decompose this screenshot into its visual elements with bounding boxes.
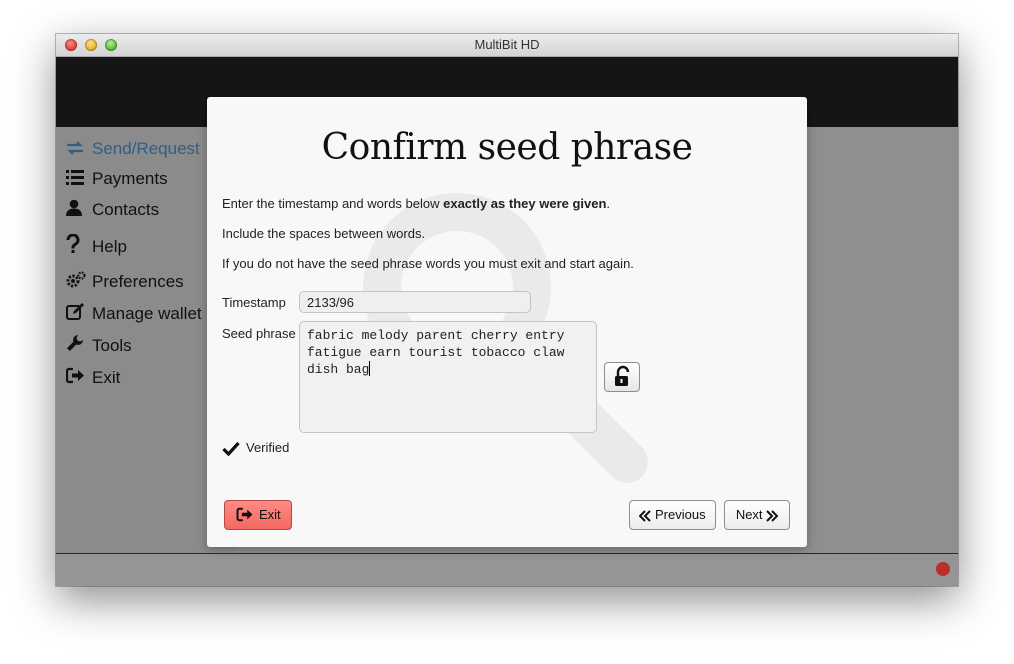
sidebar-item-contacts[interactable]: Contacts (66, 198, 159, 222)
sidebar-item-payments[interactable]: Payments (66, 167, 168, 191)
sidebar-item-tools[interactable]: Tools (66, 334, 132, 358)
sidebar-item-label: Payments (92, 169, 168, 188)
timestamp-label: Timestamp (222, 295, 286, 310)
sidebar-item-label: Contacts (92, 200, 160, 219)
title-bar: MultiBit HD (56, 34, 958, 57)
dialog-title: Confirm seed phrase (321, 127, 693, 168)
unlock-icon (615, 365, 630, 386)
sidebar-item-label: Exit (92, 368, 121, 387)
next-button[interactable]: Next (724, 500, 790, 530)
gears-icon (66, 270, 88, 295)
sidebar-item-preferences[interactable]: Preferences (66, 270, 184, 294)
exit-button-label: Exit (258, 507, 281, 522)
sidebar-item-manage-wallet[interactable]: Manage wallet (66, 302, 202, 326)
exchange-icon (66, 138, 88, 162)
seed-phrase-label: Seed phrase (222, 326, 296, 341)
edit-icon (66, 302, 88, 327)
double-chevron-left-icon (638, 510, 652, 522)
status-bar (56, 554, 958, 586)
next-button-label: Next (735, 507, 763, 522)
sidebar-item-label: Help (92, 236, 127, 256)
toggle-visibility-button[interactable] (604, 362, 640, 392)
question-icon (66, 233, 88, 261)
timestamp-input[interactable]: 2133/96 (299, 291, 531, 313)
instruction-line-3: If you do not have the seed phrase words… (222, 256, 634, 271)
sign-out-icon (236, 507, 253, 522)
text-caret (369, 361, 371, 376)
checkmark-icon (222, 441, 240, 457)
minimize-window-button[interactable] (85, 39, 97, 51)
wrench-icon (66, 334, 88, 359)
sidebar-item-exit[interactable]: Exit (65, 366, 121, 391)
status-indicator (936, 562, 950, 576)
sidebar-item-label: Preferences (92, 272, 184, 291)
sidebar-item-help[interactable]: Help (66, 233, 127, 261)
previous-button-label: Previous (655, 507, 706, 522)
verification-status: Verified (222, 440, 290, 457)
instruction-line-1: Enter the timestamp and words below exac… (222, 196, 611, 211)
sidebar-item-label: Tools (92, 336, 132, 355)
sidebar-item-label: Send/Request (92, 139, 200, 158)
verified-label: Verified (246, 440, 290, 455)
instruction-line-2: Include the spaces between words. (222, 226, 426, 241)
sidebar-item-label: Manage wallet (92, 304, 202, 323)
previous-button[interactable]: Previous (629, 500, 716, 530)
close-window-button[interactable] (65, 39, 77, 51)
seed-phrase-text: fabric melody parent cherry entry fatigu… (307, 328, 573, 377)
list-icon (66, 168, 88, 192)
double-chevron-right-icon (766, 510, 779, 522)
maximize-window-button[interactable] (105, 39, 117, 51)
user-icon (66, 199, 88, 223)
confirm-seed-dialog: Confirm seed phrase Enter the timestamp … (207, 97, 807, 547)
exit-button[interactable]: Exit (224, 500, 292, 530)
sidebar-item-send-request[interactable]: Send/Request (66, 137, 200, 161)
sign-out-icon (65, 367, 88, 391)
seed-phrase-input[interactable]: fabric melody parent cherry entry fatigu… (299, 321, 597, 433)
window-title: MultiBit HD (474, 37, 540, 52)
